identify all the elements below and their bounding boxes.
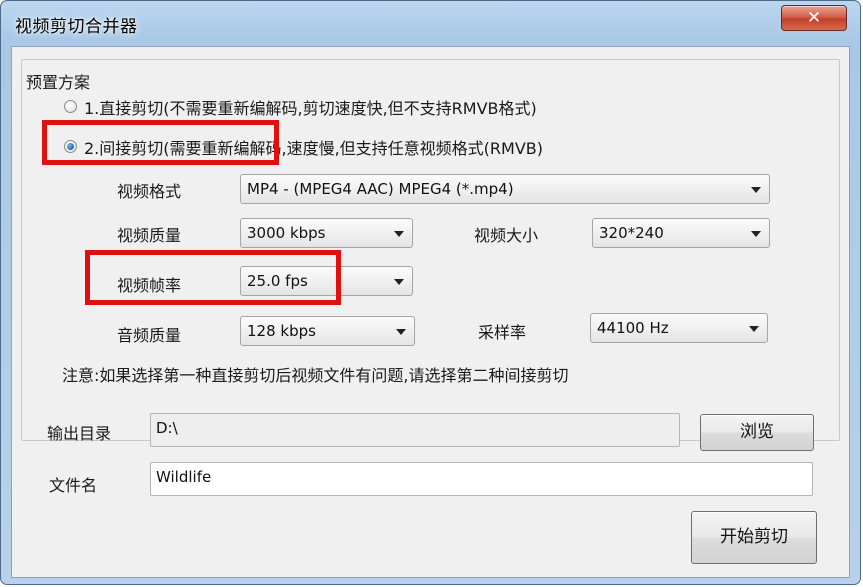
start-cut-button[interactable]: 开始剪切 (691, 511, 817, 564)
video-format-value: MP4 - (MPEG4 AAC) MPEG4 (*.mp4) (247, 180, 514, 198)
video-size-select[interactable]: 320*240 (592, 218, 770, 248)
title-bar[interactable]: 视频剪切合并器 ✕ (1, 1, 860, 45)
video-size-label: 视频大小 (474, 226, 539, 245)
highlight-box-option2 (42, 120, 279, 165)
close-icon: ✕ (806, 8, 822, 28)
chevron-down-icon (751, 187, 761, 193)
video-quality-select[interactable]: 3000 kbps (240, 218, 413, 248)
video-format-label: 视频格式 (117, 182, 182, 201)
preset-group-label: 预置方案 (26, 73, 91, 92)
filename-label: 文件名 (49, 476, 98, 495)
video-format-select[interactable]: MP4 - (MPEG4 AAC) MPEG4 (*.mp4) (240, 174, 770, 204)
radio-direct-cut-label[interactable]: 1.直接剪切(不需要重新编解码,剪切速度快,但不支持RMVB格式) (84, 95, 537, 119)
client-area: 预置方案 1.直接剪切(不需要重新编解码,剪切速度快,但不支持RMVB格式) 2… (11, 46, 850, 578)
window-title: 视频剪切合并器 (15, 17, 138, 37)
video-quality-label: 视频质量 (117, 226, 182, 245)
audio-quality-value: 128 kbps (247, 322, 316, 340)
output-dir-value: D:\ (156, 419, 178, 437)
note-text: 注意:如果选择第一种直接剪切后视频文件有问题,请选择第二种间接剪切 (62, 366, 569, 385)
sample-rate-value: 44100 Hz (597, 319, 669, 337)
chevron-down-icon (751, 231, 761, 237)
output-dir-label: 输出目录 (47, 424, 112, 443)
audio-quality-label: 音频质量 (117, 326, 182, 345)
app-window: 视频剪切合并器 ✕ 预置方案 1.直接剪切(不需要重新编解码,剪切速度快,但不支… (0, 0, 861, 585)
output-dir-field: D:\ (150, 413, 680, 447)
browse-button[interactable]: 浏览 (700, 414, 814, 451)
chevron-down-icon (394, 231, 404, 237)
sample-rate-label: 采样率 (478, 323, 527, 342)
close-button[interactable]: ✕ (781, 5, 847, 31)
filename-field[interactable]: Wildlife (150, 462, 813, 496)
audio-quality-select[interactable]: 128 kbps (240, 316, 415, 346)
radio-direct-cut[interactable] (64, 100, 77, 113)
chevron-down-icon (394, 279, 404, 285)
video-quality-value: 3000 kbps (247, 224, 326, 242)
filename-value: Wildlife (156, 468, 212, 486)
sample-rate-select[interactable]: 44100 Hz (590, 313, 768, 343)
highlight-box-frame-rate (85, 250, 341, 305)
chevron-down-icon (396, 329, 406, 335)
chevron-down-icon (749, 326, 759, 332)
video-size-value: 320*240 (599, 224, 664, 242)
